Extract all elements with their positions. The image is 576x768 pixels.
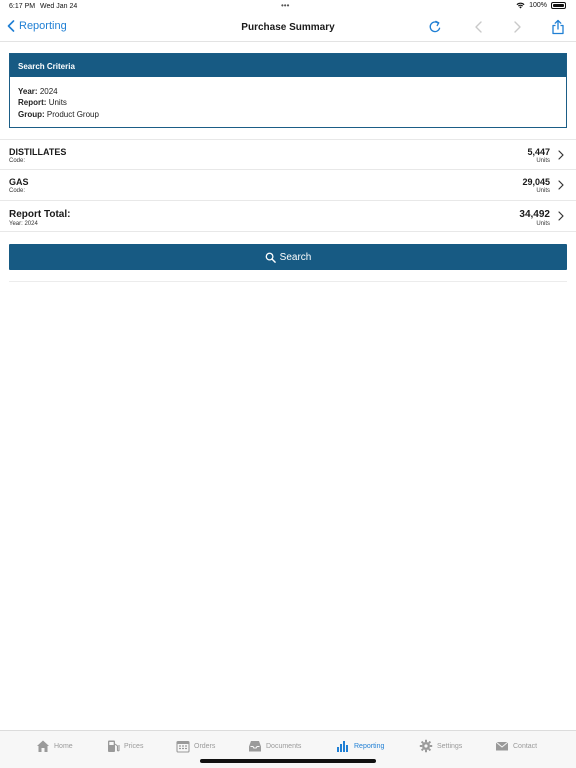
- row-unit: Units: [536, 188, 550, 194]
- bar-chart-icon: [337, 741, 348, 752]
- next-arrow-icon[interactable]: [509, 19, 525, 35]
- result-row-gas[interactable]: GAS Code: 29,045 Units: [0, 170, 576, 201]
- tab-settings[interactable]: Settings: [419, 739, 462, 753]
- wifi-icon: [516, 2, 525, 9]
- status-bar: 6:17 PM Wed Jan 24 ••• 100%: [0, 0, 576, 13]
- refresh-icon[interactable]: [427, 19, 443, 35]
- battery-percent: 100%: [529, 2, 547, 9]
- navigation-bar: Reporting Purchase Summary: [0, 13, 576, 42]
- criteria-group: Group: Product Group: [18, 109, 99, 119]
- home-icon: [37, 740, 49, 752]
- results-list: DISTILLATES Code: 5,447 Units GAS Code: …: [0, 139, 576, 232]
- row-name: GAS: [9, 177, 29, 187]
- total-unit: Units: [536, 221, 550, 227]
- share-icon[interactable]: [550, 19, 566, 35]
- row-unit: Units: [536, 158, 550, 164]
- criteria-year: Year: 2024: [18, 87, 58, 96]
- row-value: 29,045: [522, 177, 550, 187]
- chevron-right-icon: [558, 180, 564, 190]
- app-screen: 6:17 PM Wed Jan 24 ••• 100% Reporting Pu…: [0, 0, 576, 768]
- row-name: DISTILLATES: [9, 147, 67, 157]
- divider: [9, 281, 567, 282]
- tab-reporting[interactable]: Reporting: [336, 739, 384, 753]
- inbox-icon: [249, 741, 261, 752]
- search-criteria-body: Year: 2024 Report: Units Group: Product …: [10, 77, 566, 120]
- total-year: Year: 2024: [9, 221, 38, 227]
- gear-icon: [419, 739, 433, 753]
- tab-documents[interactable]: Documents: [248, 739, 301, 753]
- calendar-icon: [176, 740, 190, 753]
- row-code: Code:: [9, 188, 26, 194]
- total-value: 34,492: [519, 209, 550, 220]
- tab-contact[interactable]: Contact: [495, 739, 537, 753]
- status-indicators: 100%: [516, 2, 566, 9]
- multitasking-dots-icon[interactable]: •••: [281, 1, 289, 10]
- envelope-icon: [495, 741, 509, 751]
- battery-icon: [551, 2, 566, 9]
- search-button-label: Search: [279, 251, 312, 263]
- status-time: 6:17 PM: [9, 3, 36, 10]
- tab-orders[interactable]: Orders: [176, 739, 215, 753]
- row-value: 5,447: [527, 147, 550, 157]
- home-indicator[interactable]: [200, 759, 376, 763]
- search-criteria-panel: Search Criteria Year: 2024 Report: Units…: [9, 53, 567, 128]
- search-criteria-header: Search Criteria: [10, 54, 566, 77]
- chevron-right-icon: [558, 150, 564, 160]
- criteria-report: Report: Units: [18, 98, 67, 108]
- row-code: Code:: [9, 158, 26, 164]
- status-date: Wed Jan 24: [40, 3, 78, 10]
- previous-arrow-icon[interactable]: [471, 19, 487, 35]
- search-button[interactable]: Search: [9, 244, 567, 270]
- fuel-pump-icon: [108, 740, 120, 752]
- result-row-total[interactable]: Report Total: Year: 2024 34,492 Units: [0, 201, 576, 232]
- search-icon: [265, 252, 276, 263]
- tab-prices[interactable]: Prices: [106, 739, 143, 753]
- result-row-distillates[interactable]: DISTILLATES Code: 5,447 Units: [0, 139, 576, 170]
- page-title: Purchase Summary: [241, 22, 335, 33]
- chevron-right-icon: [558, 211, 564, 221]
- tab-home[interactable]: Home: [36, 739, 73, 753]
- total-label: Report Total:: [9, 209, 71, 220]
